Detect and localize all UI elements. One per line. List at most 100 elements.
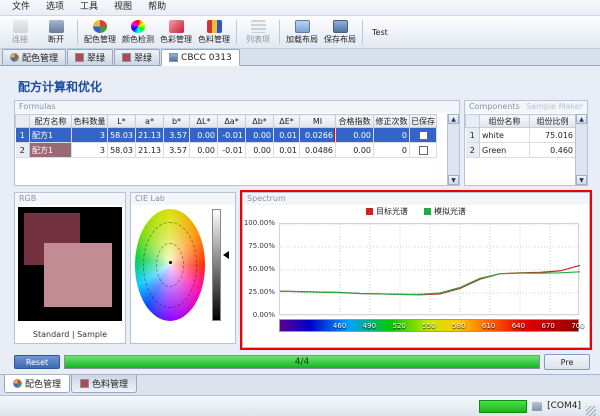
lightness-slider-arrow[interactable] — [223, 251, 229, 259]
component-name-cell[interactable]: white — [480, 128, 530, 143]
component-name-cell[interactable]: Green — [480, 143, 530, 158]
com-port-label: [COM4] — [547, 401, 581, 411]
menu-tools[interactable]: 工具 — [72, 0, 106, 15]
toolbar-separator — [236, 20, 237, 44]
tab-emerald-1[interactable]: 翠绿 — [67, 49, 113, 65]
pass-index-cell[interactable]: 0.00 — [336, 143, 374, 158]
a-cell[interactable]: 21.13 — [136, 128, 164, 143]
col-pass-index: 合格指数 — [336, 115, 374, 128]
connect-button[interactable]: 连接 — [2, 16, 38, 48]
L-cell[interactable]: 58.03 — [108, 128, 136, 143]
da-cell[interactable]: -0.01 — [218, 143, 246, 158]
MI-cell-highlighted[interactable]: 0.0266 — [300, 128, 336, 143]
color-match-manage-button[interactable]: 配色管理 — [81, 16, 119, 48]
disconnect-button[interactable]: 断开 — [38, 16, 74, 48]
spectrum-panel: Spectrum 目标光谱 模拟光谱 100.00% 75.00% 50.00%… — [242, 192, 590, 348]
component-ratio-cell[interactable]: 75.016 — [530, 128, 576, 143]
formulas-table: 配方名称 色料数量 L* a* b* ΔL* Δa* Δb* ΔE* MI 合格… — [15, 114, 437, 158]
list-items-button[interactable]: 列表项 — [240, 16, 276, 48]
x-tick-label: 700 — [571, 322, 584, 330]
connection-icon — [532, 402, 542, 411]
scroll-up-icon[interactable]: ▲ — [448, 114, 459, 124]
color-detect-label: 颜色检测 — [122, 34, 154, 45]
save-layout-button[interactable]: 保存布局 — [321, 16, 359, 48]
colorant-icon — [80, 379, 89, 388]
x-tick-label: 670 — [542, 322, 555, 330]
resize-grip-icon[interactable] — [586, 406, 596, 416]
b-cell[interactable]: 3.57 — [164, 143, 190, 158]
col-dE: ΔE* — [274, 115, 300, 128]
table-row[interactable]: 2 配方1 3 58.03 21.13 3.57 0.00 -0.01 0.00… — [16, 143, 437, 158]
colorant-count-cell[interactable]: 3 — [72, 128, 108, 143]
page-title: 配方计算和优化 — [18, 78, 102, 95]
status-bar: [COM4] — [0, 395, 600, 416]
MI-cell[interactable]: 0.0486 — [300, 143, 336, 158]
dL-cell[interactable]: 0.00 — [190, 128, 218, 143]
document-icon — [169, 53, 178, 62]
list-item[interactable]: 2 Green 0.460 — [466, 143, 576, 158]
progress-text: 4/4 — [65, 357, 539, 367]
bottom-tab-colorant-manage[interactable]: 色料管理 — [71, 375, 137, 393]
db-cell[interactable]: 0.00 — [246, 128, 274, 143]
pre-button[interactable]: Pre — [544, 354, 590, 370]
menu-options[interactable]: 选项 — [38, 0, 72, 15]
cielab-title: CIE Lab — [135, 193, 165, 205]
sample-maker-tab[interactable]: Sample Maker — [526, 101, 583, 113]
list-item[interactable]: 1 white 75.016 — [466, 128, 576, 143]
test-button[interactable]: Test — [366, 28, 394, 37]
scroll-up-icon[interactable]: ▲ — [576, 114, 587, 124]
col-a: a* — [136, 115, 164, 128]
pass-index-cell[interactable]: 0.00 — [336, 128, 374, 143]
connect-icon — [13, 20, 28, 33]
spectrum-curves — [280, 224, 580, 316]
L-cell[interactable]: 58.03 — [108, 143, 136, 158]
table-row[interactable]: 1 配方1 3 58.03 21.13 3.57 0.00 -0.01 0.00… — [16, 128, 437, 143]
colorant-count-cell[interactable]: 3 — [72, 143, 108, 158]
row-number[interactable]: 2 — [16, 143, 30, 158]
b-cell[interactable]: 3.57 — [164, 128, 190, 143]
wavelength-rainbow-bar: 460490520550580610640670700 — [279, 319, 579, 332]
dE-cell[interactable]: 0.01 — [274, 128, 300, 143]
scroll-down-icon[interactable]: ▼ — [576, 175, 587, 185]
corner-cell — [466, 115, 480, 128]
tab-label: 翠绿 — [87, 51, 105, 64]
color-detect-button[interactable]: 颜色检测 — [119, 16, 157, 48]
dE-cell[interactable]: 0.01 — [274, 143, 300, 158]
da-cell[interactable]: -0.01 — [218, 128, 246, 143]
colorant-manage-button[interactable]: 色料管理 — [195, 16, 233, 48]
bottom-tab-color-match-manage[interactable]: 配色管理 — [4, 375, 70, 393]
correction-count-cell[interactable]: 0 — [374, 143, 410, 158]
col-db: Δb* — [246, 115, 274, 128]
saved-checkbox[interactable] — [419, 146, 428, 155]
reset-button[interactable]: Reset — [14, 355, 60, 369]
tab-color-match-manage[interactable]: 配色管理 — [2, 49, 66, 65]
formula-name-cell[interactable]: 配方1 — [30, 128, 72, 143]
saved-checkbox[interactable] — [419, 131, 428, 140]
correction-count-cell[interactable]: 0 — [374, 128, 410, 143]
formulas-header-row: 配方名称 色料数量 L* a* b* ΔL* Δa* Δb* ΔE* MI 合格… — [16, 115, 437, 128]
components-scrollbar[interactable]: ▲ ▼ — [575, 114, 587, 185]
menu-help[interactable]: 帮助 — [140, 0, 174, 15]
progress-bar: 4/4 — [64, 355, 540, 369]
load-layout-button[interactable]: 加载布局 — [283, 16, 321, 48]
dL-cell[interactable]: 0.00 — [190, 143, 218, 158]
menu-view[interactable]: 视图 — [106, 0, 140, 15]
db-cell[interactable]: 0.00 — [246, 143, 274, 158]
row-number[interactable]: 2 — [466, 143, 480, 158]
x-tick-label: 490 — [363, 322, 376, 330]
component-ratio-cell[interactable]: 0.460 — [530, 143, 576, 158]
scroll-down-icon[interactable]: ▼ — [448, 175, 459, 185]
toolbar: 连接 断开 配色管理 颜色检测 色彩管理 色料管理 列表项 加载布局 保存布局 … — [0, 16, 600, 49]
a-cell[interactable]: 21.13 — [136, 143, 164, 158]
components-title: Components — [469, 101, 520, 113]
row-number[interactable]: 1 — [466, 128, 480, 143]
list-icon — [251, 20, 266, 33]
row-number[interactable]: 1 — [16, 128, 30, 143]
tab-label: 翠绿 — [134, 51, 152, 64]
tab-emerald-2[interactable]: 翠绿 — [114, 49, 160, 65]
formulas-scrollbar[interactable]: ▲ ▼ — [447, 114, 459, 185]
color-manage-button[interactable]: 色彩管理 — [157, 16, 195, 48]
menu-file[interactable]: 文件 — [4, 0, 38, 15]
formula-name-cell[interactable]: 配方1 — [30, 143, 72, 158]
tab-cbcc-0313[interactable]: CBCC 0313 — [161, 49, 240, 66]
